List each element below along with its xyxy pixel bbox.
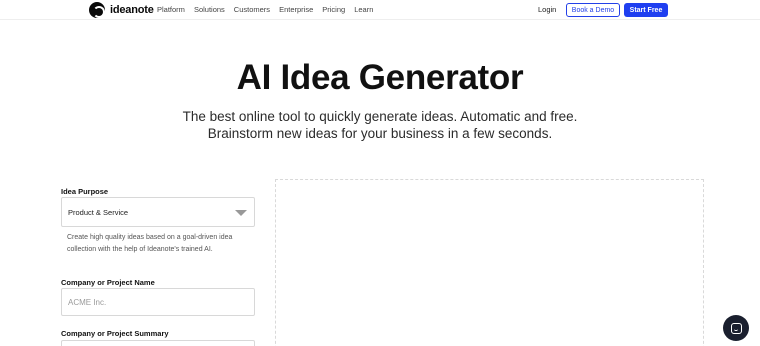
login-link[interactable]: Login [538, 5, 556, 14]
company-name-label: Company or Project Name [61, 278, 155, 287]
chevron-down-icon [235, 210, 247, 216]
subtitle-line-1: The best online tool to quickly generate… [182, 109, 578, 124]
nav-link-solutions[interactable]: Solutions [194, 5, 225, 14]
nav-link-learn[interactable]: Learn [354, 5, 373, 14]
nav-link-pricing[interactable]: Pricing [322, 5, 345, 14]
idea-purpose-value: Product & Service [68, 207, 129, 217]
nav-link-customers[interactable]: Customers [234, 5, 270, 14]
company-summary-input[interactable] [61, 340, 255, 346]
idea-purpose-select[interactable]: Product & Service [61, 197, 255, 227]
start-free-button[interactable]: Start Free [624, 3, 668, 17]
nav-link-enterprise[interactable]: Enterprise [279, 5, 313, 14]
logo[interactable]: ideanote [89, 2, 154, 18]
nav-links: Platform Solutions Customers Enterprise … [157, 5, 373, 14]
subtitle-line-2: Brainstorm new ideas for your business i… [207, 126, 553, 141]
idea-purpose-label: Idea Purpose [61, 187, 109, 196]
logo-text: ideanote [110, 4, 154, 16]
page-subtitle: The best online tool to quickly generate… [0, 108, 760, 142]
nav-link-platform[interactable]: Platform [157, 5, 185, 14]
chat-icon [730, 322, 742, 334]
page-title: AI Idea Generator [236, 58, 524, 97]
ideanote-logo-icon [89, 2, 105, 18]
ideas-output-panel [275, 179, 704, 346]
idea-purpose-help: Create high quality ideas based on a goa… [67, 234, 233, 253]
company-summary-label: Company or Project Summary [61, 329, 169, 338]
book-demo-button[interactable]: Book a Demo [566, 3, 620, 17]
company-name-input[interactable] [61, 288, 255, 316]
top-nav: ideanote Platform Solutions Customers En… [0, 0, 760, 20]
chat-button[interactable] [723, 315, 749, 341]
